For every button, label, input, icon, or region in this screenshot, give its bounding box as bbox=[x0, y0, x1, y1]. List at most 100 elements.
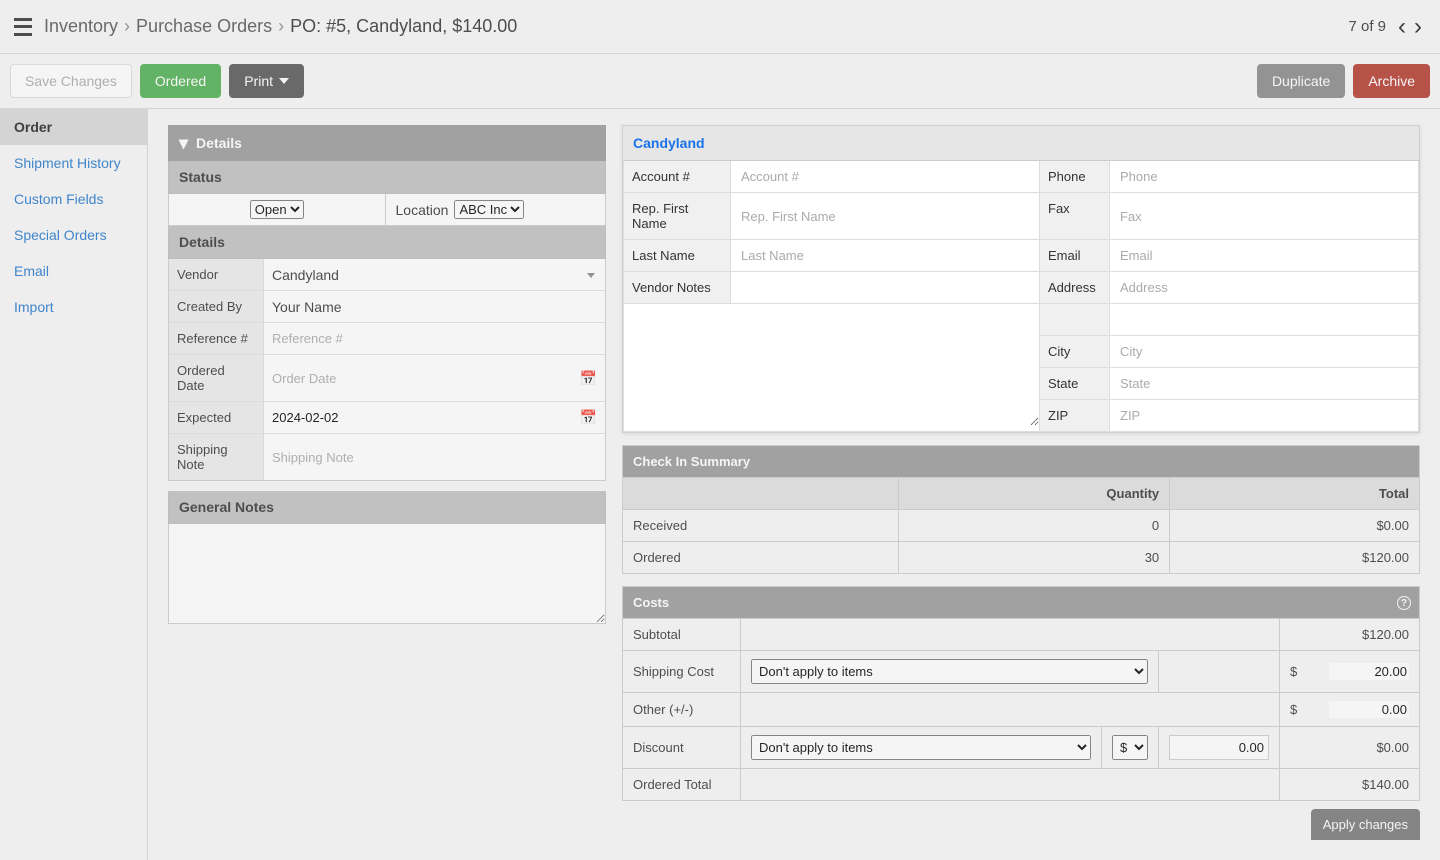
print-button[interactable]: Print bbox=[229, 64, 304, 98]
zip-input[interactable] bbox=[1118, 407, 1410, 424]
ordereddate-input[interactable] bbox=[272, 369, 580, 388]
createdby-value: Your Name bbox=[264, 291, 605, 322]
state-input[interactable] bbox=[1118, 375, 1410, 392]
subtotal-label: Subtotal bbox=[623, 619, 741, 651]
lastname-label: Last Name bbox=[623, 240, 731, 272]
city-label: City bbox=[1040, 336, 1110, 368]
other-label: Other (+/-) bbox=[623, 693, 741, 727]
breadcrumb: Inventory › Purchase Orders › PO: #5, Ca… bbox=[44, 16, 517, 37]
other-input[interactable] bbox=[1329, 701, 1409, 718]
sidebar-item-import[interactable]: Import bbox=[0, 289, 147, 325]
expected-label: Expected bbox=[169, 402, 264, 433]
ordereddate-label: Ordered Date bbox=[169, 355, 264, 401]
calendar-icon[interactable]: 📅 bbox=[580, 409, 597, 426]
discount-total: $0.00 bbox=[1280, 727, 1420, 769]
sidebar-item-email[interactable]: Email bbox=[0, 253, 147, 289]
checkin-col-total: Total bbox=[1170, 478, 1420, 510]
subtotal-value: $120.00 bbox=[1280, 619, 1420, 651]
email-label: Email bbox=[1040, 240, 1110, 272]
vendor-select[interactable]: Candyland bbox=[264, 259, 605, 290]
received-label: Received bbox=[623, 510, 899, 542]
shipnote-label: Shipping Note bbox=[169, 434, 264, 480]
repfirst-label: Rep. First Name bbox=[623, 193, 731, 240]
address-label: Address bbox=[1040, 272, 1110, 304]
received-total: $0.00 bbox=[1170, 510, 1420, 542]
ordered-qty: 30 bbox=[899, 542, 1170, 574]
phone-input[interactable] bbox=[1118, 168, 1410, 185]
sidebar-item-special-orders[interactable]: Special Orders bbox=[0, 217, 147, 253]
crumb-purchase-orders[interactable]: Purchase Orders bbox=[136, 16, 272, 37]
ordered-label: Ordered bbox=[623, 542, 899, 574]
discount-currency-select[interactable]: $ bbox=[1112, 735, 1148, 760]
received-qty: 0 bbox=[899, 510, 1170, 542]
general-notes-textarea[interactable] bbox=[168, 524, 606, 624]
vendor-link[interactable]: Candyland bbox=[633, 135, 705, 151]
apply-changes-button[interactable]: Apply changes bbox=[1311, 809, 1420, 840]
chevron-right-icon: › bbox=[278, 16, 284, 37]
state-label: State bbox=[1040, 368, 1110, 400]
fax-label: Fax bbox=[1040, 193, 1110, 240]
vendor-label: Vendor bbox=[169, 259, 264, 290]
chevron-down-icon: ▾ bbox=[179, 134, 188, 152]
shipcost-input[interactable] bbox=[1329, 663, 1409, 680]
account-input[interactable] bbox=[739, 168, 1031, 185]
sidebar: Order Shipment History Custom Fields Spe… bbox=[0, 109, 148, 860]
sidebar-item-shipment-history[interactable]: Shipment History bbox=[0, 145, 147, 181]
zip-label: ZIP bbox=[1040, 400, 1110, 432]
checkin-header: Check In Summary bbox=[623, 446, 1420, 478]
repfirst-input[interactable] bbox=[739, 208, 1031, 225]
createdby-label: Created By bbox=[169, 291, 264, 322]
email-input[interactable] bbox=[1118, 247, 1410, 264]
crumb-current: PO: #5, Candyland, $140.00 bbox=[290, 16, 517, 37]
pager-text: 7 of 9 bbox=[1348, 18, 1386, 35]
checkin-col-qty: Quantity bbox=[899, 478, 1170, 510]
discount-label: Discount bbox=[623, 727, 741, 769]
account-label: Account # bbox=[623, 161, 731, 193]
reference-label: Reference # bbox=[169, 323, 264, 354]
costs-header: Costs? bbox=[623, 587, 1420, 619]
orderedtotal-value: $140.00 bbox=[1280, 769, 1420, 801]
archive-button[interactable]: Archive bbox=[1353, 64, 1430, 98]
fax-input[interactable] bbox=[1118, 208, 1410, 225]
calendar-icon[interactable]: 📅 bbox=[580, 370, 597, 387]
address-input[interactable] bbox=[1118, 279, 1410, 296]
discount-apply-select[interactable]: Don't apply to items bbox=[751, 735, 1091, 760]
status-select[interactable]: Open bbox=[250, 200, 304, 219]
city-input[interactable] bbox=[1118, 343, 1410, 360]
checkin-empty bbox=[623, 478, 899, 510]
save-changes-button: Save Changes bbox=[10, 64, 132, 98]
location-label: Location bbox=[396, 202, 449, 218]
expected-input[interactable] bbox=[272, 408, 580, 427]
shipcost-apply-select[interactable]: Don't apply to items bbox=[751, 659, 1148, 684]
details-subheader: Details bbox=[168, 226, 606, 259]
location-select[interactable]: ABC Inc bbox=[454, 200, 524, 219]
crumb-inventory[interactable]: Inventory bbox=[44, 16, 118, 37]
address2-label bbox=[1040, 304, 1110, 336]
chevron-down-icon bbox=[279, 78, 289, 84]
reference-input[interactable] bbox=[272, 329, 597, 348]
menu-icon[interactable] bbox=[14, 18, 32, 36]
shipcost-label: Shipping Cost bbox=[623, 651, 741, 693]
sidebar-item-order[interactable]: Order bbox=[0, 109, 147, 145]
phone-label: Phone bbox=[1040, 161, 1110, 193]
general-notes-header: General Notes bbox=[168, 491, 606, 524]
shipnote-input[interactable] bbox=[272, 448, 597, 467]
sidebar-item-custom-fields[interactable]: Custom Fields bbox=[0, 181, 147, 217]
details-title: Details bbox=[196, 135, 242, 151]
pager-prev-icon[interactable]: ‹ bbox=[1394, 13, 1410, 41]
address2-input[interactable] bbox=[1118, 311, 1410, 328]
currency-label: $ bbox=[1290, 702, 1297, 717]
discount-amount-input[interactable] bbox=[1169, 735, 1269, 760]
orderedtotal-label: Ordered Total bbox=[623, 769, 741, 801]
pager-next-icon[interactable]: › bbox=[1410, 13, 1426, 41]
ordered-button[interactable]: Ordered bbox=[140, 64, 221, 98]
ordered-total: $120.00 bbox=[1170, 542, 1420, 574]
vendornotes-label: Vendor Notes bbox=[623, 272, 731, 304]
details-header[interactable]: ▾ Details bbox=[168, 125, 606, 161]
status-header: Status bbox=[168, 161, 606, 194]
vendor-notes-textarea[interactable] bbox=[624, 310, 1039, 426]
currency-label: $ bbox=[1290, 664, 1297, 679]
help-icon[interactable]: ? bbox=[1397, 596, 1411, 610]
duplicate-button[interactable]: Duplicate bbox=[1257, 64, 1345, 98]
lastname-input[interactable] bbox=[739, 247, 1031, 264]
